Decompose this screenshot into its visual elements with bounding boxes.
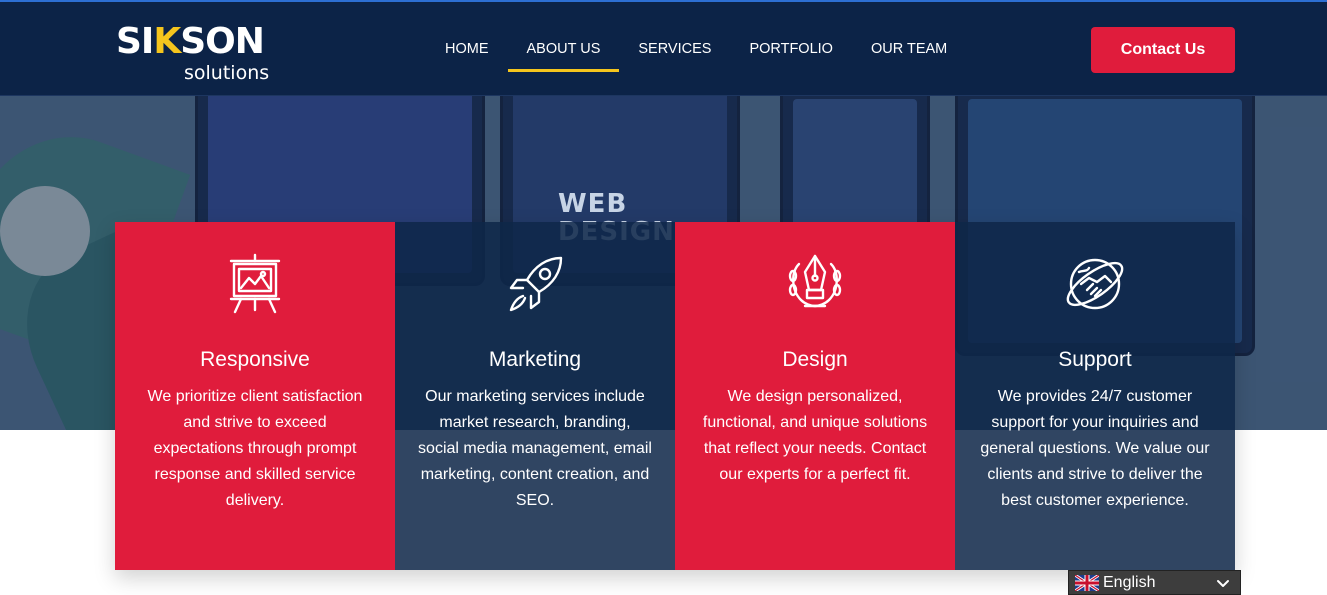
- feature-text: We design personalized, functional, and …: [702, 388, 928, 483]
- pen-nib-laurel-icon: [788, 254, 842, 308]
- language-selector[interactable]: English: [1068, 570, 1241, 595]
- nav-item-about-us[interactable]: ABOUT US: [507, 32, 620, 72]
- presentation-board-icon: [229, 253, 281, 314]
- feature-title: Responsive: [200, 348, 310, 371]
- feature-cards: Responsive We prioritize client satisfac…: [115, 222, 1235, 570]
- nav-item-our-team[interactable]: OUR TEAM: [852, 32, 966, 72]
- logo-tagline: solutions: [184, 62, 270, 84]
- feature-text: Our marketing services include market re…: [418, 388, 652, 509]
- nav-item-services[interactable]: SERVICES: [619, 32, 730, 72]
- main-nav: HOME ABOUT US SERVICES PORTFOLIO OUR TEA…: [426, 32, 966, 72]
- rocket-icon: [509, 256, 563, 312]
- feature-card-design: Design We design personalized, functiona…: [675, 222, 955, 570]
- site-logo[interactable]: SIKSON solutions: [116, 21, 296, 85]
- feature-card-marketing: Marketing Our marketing services include…: [395, 222, 675, 570]
- feature-title: Design: [782, 348, 848, 371]
- nav-item-home[interactable]: HOME: [426, 32, 508, 72]
- uk-flag-icon: [1075, 574, 1099, 591]
- nav-item-portfolio[interactable]: PORTFOLIO: [730, 32, 852, 72]
- feature-text: We provides 24/7 customer support for yo…: [980, 388, 1210, 509]
- contact-us-button[interactable]: Contact Us: [1091, 27, 1235, 73]
- feature-title: Marketing: [488, 348, 582, 371]
- language-label: English: [1103, 573, 1156, 591]
- feature-text: We prioritize client satisfaction and st…: [147, 388, 363, 509]
- feature-card-responsive: Responsive We prioritize client satisfac…: [115, 222, 395, 570]
- chevron-down-icon: [1217, 580, 1229, 587]
- feature-title: Support: [1058, 348, 1132, 371]
- logo-wordmark: SIKSON: [116, 21, 265, 62]
- site-header: SIKSON solutions HOME ABOUT US SERVICES …: [0, 0, 1327, 96]
- feature-card-support: Support We provides 24/7 customer suppor…: [955, 222, 1235, 570]
- globe-handshake-icon: [1066, 258, 1124, 310]
